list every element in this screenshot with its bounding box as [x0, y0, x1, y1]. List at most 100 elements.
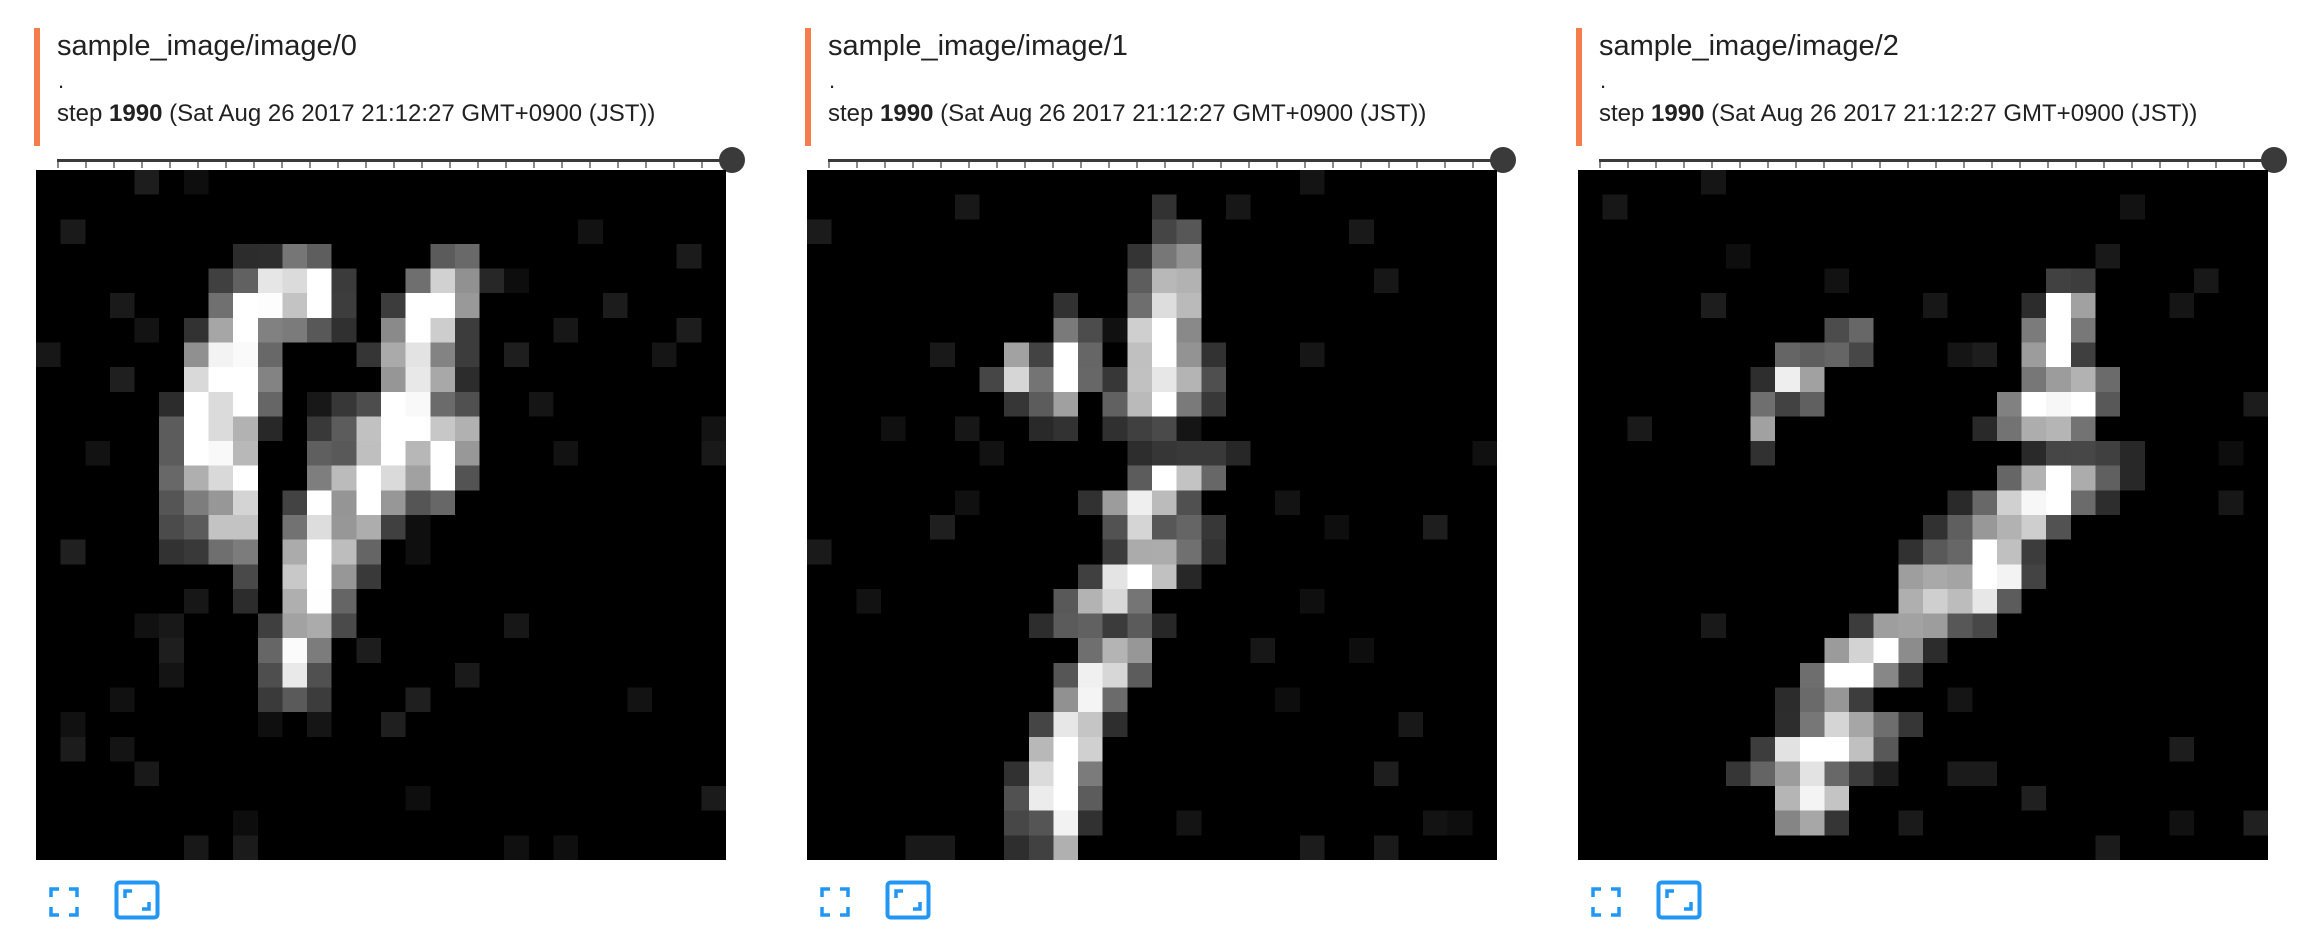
slider-tick: [1080, 162, 1082, 168]
slider-tick: [1220, 162, 1222, 168]
slider-tick: [701, 162, 703, 168]
slider-tick: [1683, 162, 1685, 168]
slider-tick: [1304, 162, 1306, 168]
step-value: 1990: [1651, 100, 1705, 127]
slider-tick: [1472, 162, 1474, 168]
slider-tick: [1052, 162, 1054, 168]
slider-tick: [1851, 162, 1853, 168]
sample-image-canvas: [1578, 170, 2268, 860]
slider-tick: [421, 162, 423, 168]
slider-tick: [1248, 162, 1250, 168]
slider-tick: [968, 162, 970, 168]
slider-tick: [169, 162, 171, 168]
card-header: sample_image/image/0 . step 1990 (Sat Au…: [34, 28, 745, 173]
step-timestamp: (Sat Aug 26 2017 21:12:27 GMT+0900 (JST)…: [940, 100, 1427, 127]
tag-separator: .: [1600, 68, 1607, 93]
slider-tick: [309, 162, 311, 168]
image-actions: [1590, 880, 1730, 920]
slider-tick: [477, 162, 479, 168]
fullscreen-icon[interactable]: [819, 886, 851, 918]
slider-tick: [281, 162, 283, 168]
slider-tick: [1739, 162, 1741, 168]
slider-tick: [1276, 162, 1278, 168]
slider-tick: [1767, 162, 1769, 168]
image-actions: [48, 880, 188, 920]
slider-tick: [1108, 162, 1110, 168]
slider-tick: [1991, 162, 1993, 168]
slider-tick: [449, 162, 451, 168]
tag-separator: .: [58, 68, 65, 93]
slider-tick: [2075, 162, 2077, 168]
sample-image: [807, 170, 1497, 860]
sample-image: [36, 170, 726, 860]
slider-tick: [2047, 162, 2049, 168]
slider-tick: [673, 162, 675, 168]
slider-tick: [1164, 162, 1166, 168]
slider-tick: [1444, 162, 1446, 168]
slider-tick: [1332, 162, 1334, 168]
slider-tick: [505, 162, 507, 168]
step-prefix: step: [828, 100, 874, 127]
sample-image-canvas: [807, 170, 1497, 860]
step-line: step 1990 (Sat Aug 26 2017 21:12:27 GMT+…: [828, 98, 1426, 130]
slider-tick: [2243, 162, 2245, 168]
slider-tick: [197, 162, 199, 168]
sample-image-canvas: [36, 170, 726, 860]
slider-tick: [1823, 162, 1825, 168]
sample-image: [1578, 170, 2268, 860]
image-cards-grid: sample_image/image/0 . step 1990 (Sat Au…: [0, 0, 2318, 952]
slider-tick: [940, 162, 942, 168]
fullscreen-icon[interactable]: [1590, 886, 1622, 918]
slider-tick: [1599, 162, 1601, 168]
tag-separator: .: [829, 68, 836, 93]
slider-tick: [225, 162, 227, 168]
slider-tick: [645, 162, 647, 168]
slider-tick: [1388, 162, 1390, 168]
slider-tick: [337, 162, 339, 168]
step-prefix: step: [1599, 100, 1645, 127]
slider-tick: [2215, 162, 2217, 168]
image-card: sample_image/image/2 . step 1990 (Sat Au…: [1542, 0, 2287, 952]
fit-image-icon[interactable]: [885, 880, 931, 920]
slider-tick: [1935, 162, 1937, 168]
card-header: sample_image/image/1 . step 1990 (Sat Au…: [805, 28, 1516, 173]
slider-tick: [1136, 162, 1138, 168]
tag-title: sample_image/image/2: [1599, 30, 1899, 62]
slider-tick: [856, 162, 858, 168]
slider-tick: [1360, 162, 1362, 168]
slider-tick: [996, 162, 998, 168]
fit-image-icon[interactable]: [1656, 880, 1702, 920]
tag-title: sample_image/image/1: [828, 30, 1128, 62]
slider-tick: [884, 162, 886, 168]
slider-tick: [365, 162, 367, 168]
card-header: sample_image/image/2 . step 1990 (Sat Au…: [1576, 28, 2287, 173]
step-value: 1990: [880, 100, 934, 127]
slider-tick: [2187, 162, 2189, 168]
slider-tick: [1416, 162, 1418, 168]
slider-track[interactable]: [57, 159, 727, 162]
image-actions: [819, 880, 959, 920]
step-timestamp: (Sat Aug 26 2017 21:12:27 GMT+0900 (JST)…: [1711, 100, 2198, 127]
slider-tick: [113, 162, 115, 168]
slider-tick: [85, 162, 87, 168]
slider-track[interactable]: [828, 159, 1498, 162]
slider-tick: [533, 162, 535, 168]
slider-tick: [141, 162, 143, 168]
slider-tick: [828, 162, 830, 168]
slider-tick: [2159, 162, 2161, 168]
slider-tick: [912, 162, 914, 168]
slider-tick: [2019, 162, 2021, 168]
slider-tick: [561, 162, 563, 168]
slider-tick: [2103, 162, 2105, 168]
slider-tick: [1879, 162, 1881, 168]
slider-track[interactable]: [1599, 159, 2269, 162]
tag-title: sample_image/image/0: [57, 30, 357, 62]
fit-image-icon[interactable]: [114, 880, 160, 920]
slider-tick: [1711, 162, 1713, 168]
step-prefix: step: [57, 100, 103, 127]
slider-tick: [2131, 162, 2133, 168]
step-value: 1990: [109, 100, 163, 127]
fullscreen-icon[interactable]: [48, 886, 80, 918]
slider-tick: [1907, 162, 1909, 168]
slider-tick: [393, 162, 395, 168]
